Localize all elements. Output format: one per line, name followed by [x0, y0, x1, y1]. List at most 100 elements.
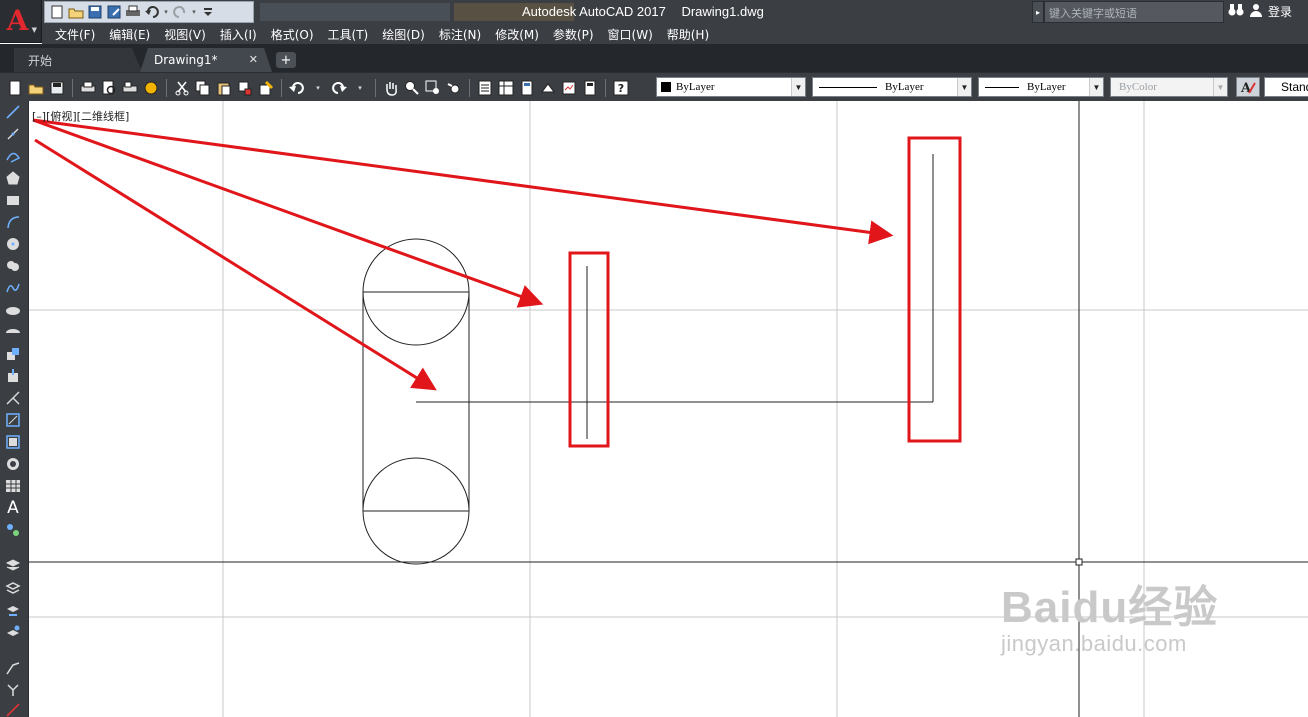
- customize-qat-icon[interactable]: [200, 4, 216, 20]
- copy-icon[interactable]: [194, 79, 212, 97]
- user-icon[interactable]: [1250, 3, 1262, 20]
- new-file-icon[interactable]: [49, 4, 65, 20]
- layer-previous-icon[interactable]: [4, 601, 22, 619]
- sheet-set-icon[interactable]: [539, 79, 557, 97]
- menu-help[interactable]: 帮助(H): [667, 26, 709, 43]
- menu-edit[interactable]: 编辑(E): [109, 26, 150, 43]
- open-file-icon[interactable]: [68, 4, 84, 20]
- region-icon[interactable]: [4, 455, 22, 473]
- print-icon[interactable]: [125, 4, 141, 20]
- multiline-text-icon[interactable]: A: [4, 498, 22, 518]
- undo-toolbar-dropdown-icon[interactable]: ▾: [309, 79, 327, 97]
- revision-cloud-icon[interactable]: [4, 257, 22, 275]
- ellipse-icon[interactable]: [4, 301, 22, 319]
- redo-dropdown-icon[interactable]: ▾: [191, 8, 197, 16]
- chevron-down-icon[interactable]: ▼: [1213, 78, 1227, 96]
- help-icon[interactable]: ?: [612, 79, 630, 97]
- rectangle-icon[interactable]: [4, 191, 22, 209]
- chevron-down-icon[interactable]: ▼: [957, 78, 971, 96]
- markup-set-icon[interactable]: [560, 79, 578, 97]
- pan-hand-icon[interactable]: [382, 79, 400, 97]
- layer-isolate-icon[interactable]: [4, 623, 22, 641]
- block-editor-icon[interactable]: [257, 79, 275, 97]
- drawing-canvas[interactable]: [–][俯视][二维线框] Baidu经验 jingyan.baidu.com: [29, 101, 1308, 717]
- lineweight-control[interactable]: ByLayer ▼: [978, 77, 1104, 97]
- linetype-sample: [819, 86, 877, 88]
- make-block-icon[interactable]: [4, 367, 22, 385]
- menu-draw[interactable]: 绘图(D): [382, 26, 425, 43]
- circle-icon[interactable]: [4, 235, 22, 253]
- ellipse-arc-icon[interactable]: [4, 323, 22, 341]
- arc-icon[interactable]: [4, 213, 22, 231]
- drawing-geometry[interactable]: [362, 154, 934, 565]
- search-input[interactable]: 键入关键字或短语: [1044, 1, 1224, 23]
- close-icon[interactable]: ✕: [249, 53, 258, 66]
- tab-drawing1[interactable]: Drawing1* ✕: [140, 48, 272, 72]
- polyline-icon[interactable]: [4, 147, 22, 165]
- chevron-down-icon[interactable]: ▼: [1089, 78, 1103, 96]
- zoom-previous-icon[interactable]: [445, 79, 463, 97]
- polygon-icon[interactable]: [4, 169, 22, 187]
- tab-start[interactable]: 开始: [14, 48, 142, 72]
- open-icon[interactable]: [27, 79, 45, 97]
- table-icon[interactable]: [4, 477, 22, 495]
- insert-block-icon[interactable]: [4, 345, 22, 363]
- line-tool-icon[interactable]: [4, 103, 22, 121]
- layer-properties-icon[interactable]: [4, 557, 22, 575]
- match-properties-icon[interactable]: [236, 79, 254, 97]
- menu-window[interactable]: 窗口(W): [608, 26, 653, 43]
- menu-tools[interactable]: 工具(T): [328, 26, 369, 43]
- plot-preview-icon[interactable]: [100, 79, 118, 97]
- menu-file[interactable]: 文件(F): [55, 26, 95, 43]
- undo-dropdown-icon[interactable]: ▾: [163, 8, 169, 16]
- plot-icon[interactable]: [79, 79, 97, 97]
- design-center-icon[interactable]: [497, 79, 515, 97]
- plotstyle-control[interactable]: ByColor ▼: [1110, 77, 1228, 97]
- properties-icon[interactable]: [476, 79, 494, 97]
- binoculars-icon[interactable]: [1228, 3, 1244, 20]
- login-link[interactable]: 登录: [1268, 3, 1292, 20]
- 3d-print-icon[interactable]: [142, 79, 160, 97]
- save-toolbar-icon[interactable]: [48, 79, 66, 97]
- add-selected-icon[interactable]: [4, 521, 22, 539]
- undo-toolbar-icon[interactable]: [288, 79, 306, 97]
- dimension-angular-icon[interactable]: [4, 701, 22, 717]
- menu-modify[interactable]: 修改(M): [495, 26, 539, 43]
- menu-parametric[interactable]: 参数(P): [553, 26, 594, 43]
- chevron-down-icon[interactable]: ▼: [791, 78, 805, 96]
- menu-dimension[interactable]: 标注(N): [439, 26, 481, 43]
- hatch-icon[interactable]: [4, 411, 22, 429]
- gradient-icon[interactable]: [4, 433, 22, 451]
- redo-toolbar-dropdown-icon[interactable]: ▾: [351, 79, 369, 97]
- spline-icon[interactable]: [4, 279, 22, 297]
- search-expand-icon[interactable]: ▸: [1032, 1, 1044, 23]
- linetype-control[interactable]: ByLayer ▼: [812, 77, 972, 97]
- qnew-icon[interactable]: [6, 79, 24, 97]
- tool-palettes-icon[interactable]: [518, 79, 536, 97]
- text-style-icon[interactable]: A: [1236, 77, 1260, 97]
- zoom-realtime-icon[interactable]: [403, 79, 421, 97]
- text-style-control[interactable]: Stand: [1264, 77, 1308, 97]
- dimension-aligned-icon[interactable]: [4, 681, 22, 699]
- new-tab-button[interactable]: +: [276, 52, 296, 68]
- quickcalc-icon[interactable]: [581, 79, 599, 97]
- cut-icon[interactable]: [173, 79, 191, 97]
- save-as-icon[interactable]: [106, 4, 122, 20]
- application-menu-button[interactable]: A ▼: [0, 0, 42, 43]
- menu-format[interactable]: 格式(O): [271, 26, 314, 43]
- undo-icon[interactable]: [144, 4, 160, 20]
- viewport-controls-label[interactable]: [–][俯视][二维线框]: [32, 108, 129, 124]
- dimension-linear-icon[interactable]: [4, 659, 22, 677]
- redo-icon[interactable]: [172, 4, 188, 20]
- paste-icon[interactable]: [215, 79, 233, 97]
- menu-insert[interactable]: 插入(I): [220, 26, 257, 43]
- save-icon[interactable]: [87, 4, 103, 20]
- color-control[interactable]: ByLayer ▼: [656, 77, 806, 97]
- publish-icon[interactable]: [121, 79, 139, 97]
- menu-view[interactable]: 视图(V): [164, 26, 206, 43]
- zoom-window-icon[interactable]: [424, 79, 442, 97]
- construction-line-icon[interactable]: [4, 125, 22, 143]
- redo-toolbar-icon[interactable]: [330, 79, 348, 97]
- point-icon[interactable]: [4, 389, 22, 407]
- layer-states-icon[interactable]: [4, 579, 22, 597]
